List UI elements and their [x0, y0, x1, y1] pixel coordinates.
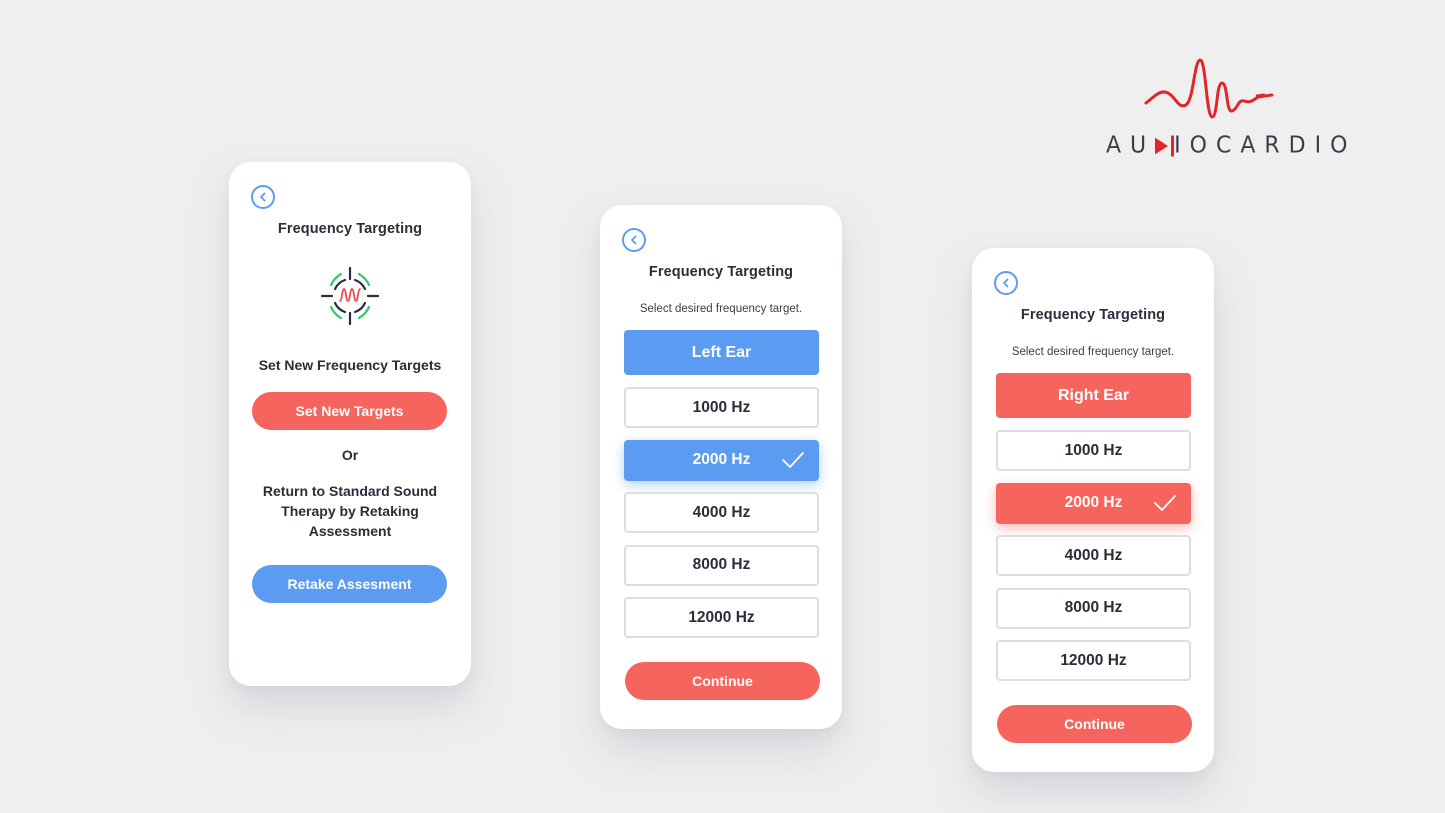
play-icon	[1155, 137, 1169, 154]
frequency-option[interactable]: 1000 Hz	[996, 430, 1191, 471]
screen-title: Frequency Targeting	[648, 264, 794, 280]
continue-button[interactable]: Continue	[997, 705, 1192, 743]
frequency-option-selected[interactable]: 2000 Hz	[624, 439, 819, 481]
brand-name-part-1: AU	[1106, 132, 1156, 159]
continue-button[interactable]: Continue	[625, 662, 820, 700]
audiocardio-logo: AU IOCARDIO	[1100, 55, 1347, 165]
set-targets-heading: Set New Frequency Targets	[258, 357, 442, 373]
option-label: 1000 Hz	[692, 398, 751, 416]
back-button[interactable]	[251, 185, 275, 209]
frequency-target-crosshair-icon	[320, 266, 380, 326]
chevron-left-icon	[631, 235, 637, 245]
option-label: 8000 Hz	[1064, 599, 1123, 616]
frequency-option[interactable]: 4000 Hz	[624, 492, 819, 533]
option-label: 12000 Hz	[688, 608, 755, 626]
frequency-option[interactable]: 4000 Hz	[996, 535, 1191, 576]
chevron-left-icon	[260, 192, 266, 202]
screen-right-ear: Frequency Targeting Select desired frequ…	[972, 248, 1214, 772]
option-label: 4000 Hz	[692, 503, 751, 521]
retake-description: Return to Standard Sound Therapy by Reta…	[262, 483, 438, 539]
option-label: 1000 Hz	[1064, 441, 1123, 459]
screen-set-targets: Frequency Targeting Set New Frequency Ta…	[229, 162, 471, 686]
left-ear-tab[interactable]: Left Ear	[624, 330, 819, 375]
option-label: 4000 Hz	[1064, 546, 1123, 564]
brand-name-part-2: IOCARDIO	[1174, 132, 1357, 159]
screen-subtitle: Select desired frequency target.	[639, 303, 803, 315]
retake-assessment-button[interactable]: Retake Assesment	[252, 565, 447, 603]
option-label: 2000 Hz	[692, 451, 751, 468]
frequency-option[interactable]: 12000 Hz	[996, 640, 1191, 681]
right-ear-tab[interactable]: Right Ear	[996, 373, 1191, 418]
frequency-option[interactable]: 8000 Hz	[624, 544, 819, 586]
option-label: 12000 Hz	[1060, 651, 1127, 669]
option-label: 8000 Hz	[692, 556, 751, 573]
back-button[interactable]	[622, 228, 646, 252]
frequency-options: 1000 Hz 2000 Hz 4000 Hz 8000 Hz 12000 Hz	[624, 387, 819, 650]
frequency-option[interactable]: 12000 Hz	[624, 597, 819, 638]
frequency-option-selected[interactable]: 2000 Hz	[996, 482, 1191, 524]
frequency-option[interactable]: 1000 Hz	[624, 387, 819, 428]
or-label: Or	[341, 447, 359, 463]
screen-title: Frequency Targeting	[1020, 307, 1166, 323]
checkmark-icon	[1154, 495, 1176, 511]
screen-title: Frequency Targeting	[277, 221, 423, 237]
checkmark-icon	[782, 452, 804, 468]
frequency-options: 1000 Hz 2000 Hz 4000 Hz 8000 Hz 12000 Hz	[996, 430, 1191, 693]
set-new-targets-button[interactable]: Set New Targets	[252, 392, 447, 430]
brand-wordmark: AU IOCARDIO	[1106, 132, 1356, 158]
chevron-left-icon	[1003, 278, 1009, 288]
screen-subtitle: Select desired frequency target.	[1011, 346, 1175, 358]
frequency-option[interactable]: 8000 Hz	[996, 587, 1191, 629]
option-label: 2000 Hz	[1064, 494, 1123, 511]
sound-wave-icon	[1144, 58, 1274, 119]
screen-left-ear: Frequency Targeting Select desired frequ…	[600, 205, 842, 729]
back-button[interactable]	[994, 271, 1018, 295]
